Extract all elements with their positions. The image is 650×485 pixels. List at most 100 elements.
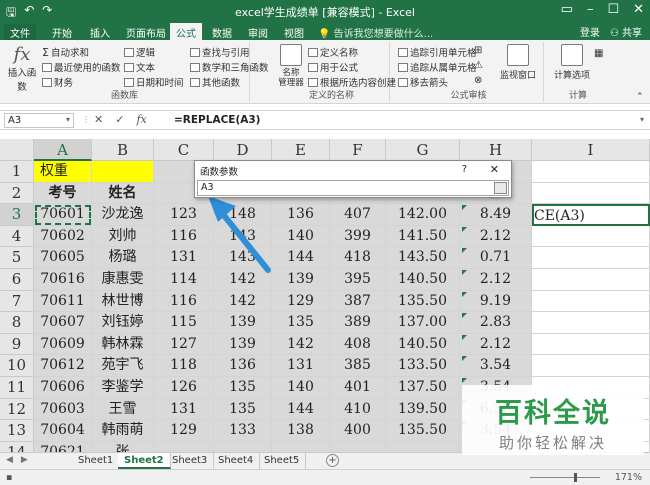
- watch-window-button[interactable]: 监视窗口: [498, 44, 538, 81]
- row-header-13[interactable]: 13: [0, 420, 34, 442]
- cell-c12[interactable]: 131: [154, 398, 214, 421]
- cell-i3[interactable]: CE(A3): [532, 204, 650, 226]
- cell-i5[interactable]: [532, 247, 650, 269]
- row-header-8[interactable]: 8: [0, 312, 34, 334]
- ribbon-display-icon[interactable]: ▭: [561, 2, 573, 17]
- logical-button[interactable]: 逻辑: [124, 45, 155, 59]
- more-functions-button[interactable]: 其他函数: [190, 75, 240, 89]
- cell-b3[interactable]: 沙龙逸: [92, 204, 154, 226]
- formula-input[interactable]: =REPLACE(A3): [174, 114, 260, 126]
- cell-c9[interactable]: 127: [154, 333, 214, 356]
- login-link[interactable]: 登录: [580, 24, 600, 39]
- cell-b8[interactable]: 刘钰婷: [92, 312, 154, 334]
- cell-a11[interactable]: 70606: [34, 377, 92, 399]
- show-formulas-button[interactable]: ⊞: [474, 45, 482, 56]
- column-header-i[interactable]: I: [532, 139, 650, 161]
- create-from-selection-button[interactable]: 根据所选内容创建: [308, 75, 396, 89]
- row-header-3[interactable]: 3: [0, 204, 34, 226]
- cell-f7[interactable]: 387: [330, 290, 386, 313]
- column-header-e[interactable]: E: [272, 139, 330, 161]
- evaluate-formula-button[interactable]: ⊗: [474, 75, 482, 86]
- cell-b1[interactable]: [92, 161, 154, 183]
- cell-e3[interactable]: 136: [272, 204, 330, 226]
- cell-a3[interactable]: 70601: [34, 204, 92, 226]
- cell-h9[interactable]: 2.12: [460, 333, 532, 356]
- cell-a9[interactable]: 70609: [34, 333, 92, 356]
- cell-f3[interactable]: 407: [330, 204, 386, 226]
- row-header-6[interactable]: 6: [0, 269, 34, 291]
- tab-insert[interactable]: 插入: [84, 24, 116, 41]
- column-header-f[interactable]: F: [330, 139, 386, 161]
- tab-view[interactable]: 视图: [278, 24, 310, 41]
- cell-g7[interactable]: 135.50: [386, 290, 460, 313]
- cell-g13[interactable]: 135.50: [386, 420, 460, 442]
- trace-precedents-button[interactable]: 追踪引用单元格: [398, 45, 477, 59]
- cell-h4[interactable]: 2.12: [460, 225, 532, 248]
- row-header-10[interactable]: 10: [0, 355, 34, 377]
- cell-d8[interactable]: 139: [214, 312, 272, 334]
- cell-f13[interactable]: 400: [330, 420, 386, 442]
- cell-b9[interactable]: 韩林霖: [92, 333, 154, 356]
- help-icon[interactable]: ?: [462, 164, 467, 175]
- sheet-next-icon[interactable]: ▶: [21, 455, 28, 465]
- datetime-button[interactable]: 日期和时间: [124, 75, 184, 89]
- tab-review[interactable]: 审阅: [242, 24, 274, 41]
- column-header-d[interactable]: D: [214, 139, 272, 161]
- cell-e13[interactable]: 138: [272, 420, 330, 442]
- cell-f8[interactable]: 389: [330, 312, 386, 334]
- zoom-level[interactable]: 171%: [615, 472, 642, 483]
- autosum-button[interactable]: Σ 自动求和: [42, 45, 89, 60]
- row-header-2[interactable]: 2: [0, 182, 34, 205]
- cell-a4[interactable]: 70602: [34, 225, 92, 248]
- cell-g12[interactable]: 139.50: [386, 398, 460, 421]
- cell-h6[interactable]: 2.12: [460, 269, 532, 291]
- cell-f6[interactable]: 395: [330, 269, 386, 291]
- add-sheet-icon[interactable]: +: [326, 454, 339, 467]
- cell-g8[interactable]: 137.00: [386, 312, 460, 334]
- tab-home[interactable]: 开始: [46, 24, 78, 41]
- cell-b10[interactable]: 苑宇飞: [92, 355, 154, 377]
- column-header-b[interactable]: B: [92, 139, 154, 161]
- column-header-a[interactable]: A: [34, 139, 92, 161]
- cell-c14[interactable]: [154, 441, 214, 452]
- cell-a8[interactable]: 70607: [34, 312, 92, 334]
- cell-b4[interactable]: 刘帅: [92, 225, 154, 248]
- cell-f4[interactable]: 399: [330, 225, 386, 248]
- cell-d7[interactable]: 142: [214, 290, 272, 313]
- tab-data[interactable]: 数据: [206, 24, 238, 41]
- calc-now-button[interactable]: ▦: [594, 48, 603, 59]
- cell-a7[interactable]: 70611: [34, 290, 92, 313]
- recent-functions-button[interactable]: 最近使用的函数: [42, 60, 121, 74]
- cell-a12[interactable]: 70603: [34, 398, 92, 421]
- column-header-c[interactable]: C: [154, 139, 214, 161]
- cell-h3[interactable]: 8.49: [460, 204, 532, 226]
- name-manager-button[interactable]: 名称 管理器: [276, 44, 306, 88]
- cell-f12[interactable]: 410: [330, 398, 386, 421]
- column-header-h[interactable]: H: [460, 139, 532, 161]
- row-header-12[interactable]: 12: [0, 398, 34, 421]
- cell-h10[interactable]: 3.54: [460, 355, 532, 377]
- tell-me-search[interactable]: 💡 告诉我您想要做什么...: [318, 25, 433, 40]
- cell-i7[interactable]: [532, 290, 650, 313]
- cell-d3[interactable]: 148: [214, 204, 272, 226]
- cell-b13[interactable]: 韩雨萌: [92, 420, 154, 442]
- sheet-tab-2[interactable]: Sheet2: [118, 453, 171, 469]
- cell-e6[interactable]: 139: [272, 269, 330, 291]
- cell-g3[interactable]: 142.00: [386, 204, 460, 226]
- cell-h8[interactable]: 2.83: [460, 312, 532, 334]
- argument-input[interactable]: A3: [197, 180, 509, 196]
- cell-b5[interactable]: 杨璐: [92, 247, 154, 269]
- cell-i6[interactable]: [532, 269, 650, 291]
- cell-a13[interactable]: 70604: [34, 420, 92, 442]
- column-header-g[interactable]: G: [386, 139, 460, 161]
- cell-e11[interactable]: 140: [272, 377, 330, 399]
- share-button[interactable]: ⚇ 共享: [610, 24, 642, 39]
- cell-c10[interactable]: 118: [154, 355, 214, 377]
- cell-e8[interactable]: 135: [272, 312, 330, 334]
- cell-d5[interactable]: 143: [214, 247, 272, 269]
- cell-c13[interactable]: 129: [154, 420, 214, 442]
- insert-function-button[interactable]: fx 插入函数: [4, 44, 40, 93]
- sheet-tab-5[interactable]: Sheet5: [258, 453, 307, 469]
- row-header-5[interactable]: 5: [0, 247, 34, 269]
- zoom-slider[interactable]: [530, 473, 600, 482]
